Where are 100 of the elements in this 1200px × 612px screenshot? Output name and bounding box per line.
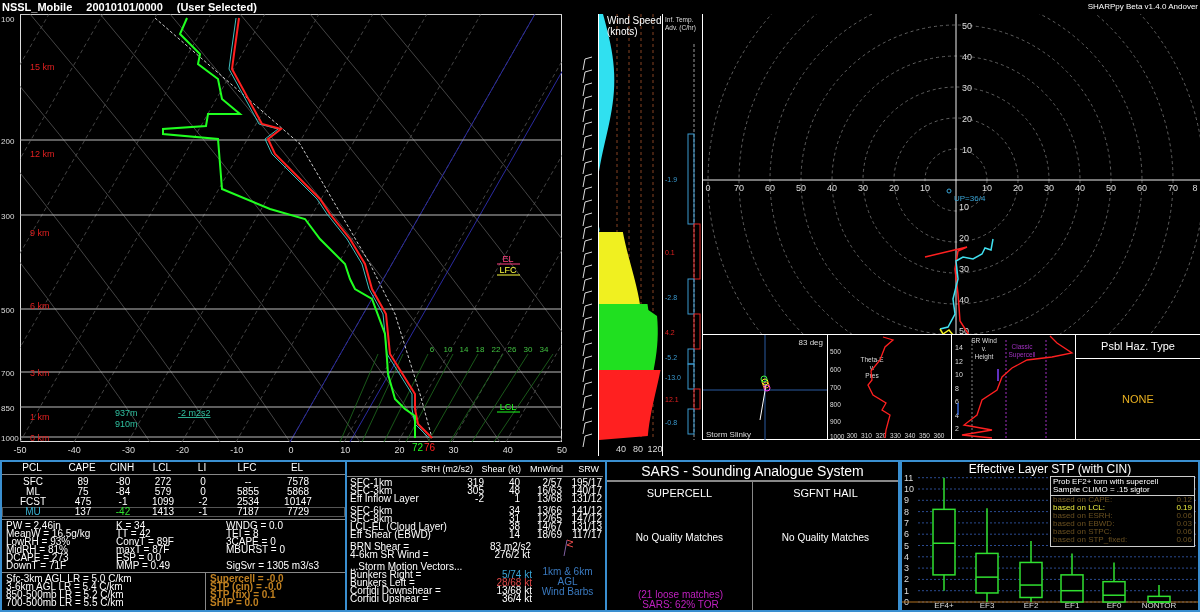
- table-cell: --: [244, 478, 252, 486]
- hodograph-ring-label: 10: [982, 183, 992, 193]
- probability-row-text: based on EBWD: 0.03: [1052, 520, 1193, 528]
- composite-index-value: SHIP = 0.0: [210, 599, 260, 607]
- table-cell-text: 16/63: [535, 487, 562, 495]
- pressure-label: 500: [1, 306, 15, 315]
- composite-index-value: Supercell = -0.0: [210, 575, 284, 583]
- table-cell-text: LCL-EL (Cloud Layer): [350, 523, 448, 531]
- sars-title: SARS - Sounding Analogue System: [607, 462, 898, 482]
- table-cell: 2534: [236, 498, 260, 506]
- hodograph-ring-label: 50: [962, 21, 972, 31]
- hodograph-ring-label: 40: [827, 183, 837, 193]
- table-cell-text: 13/66: [535, 507, 562, 515]
- probability-row-text: based on STP_fixed: 0.06: [1052, 536, 1193, 544]
- storm-motion-label: Bunkers Left =: [350, 579, 415, 587]
- table-cell-text: 117/17: [571, 531, 602, 539]
- table-cell: SFC: [23, 478, 43, 486]
- sars-column-heading: SGFNT HAIL: [793, 486, 858, 501]
- table-cell-text: 12/65: [535, 515, 562, 523]
- hodograph-ring-label: 30: [858, 183, 868, 193]
- stp-tick: 10: [904, 484, 914, 494]
- stp-tick: 9: [904, 495, 909, 506]
- stp-category: EF3: [979, 601, 995, 610]
- wind-speed-bar-surface: [599, 370, 661, 440]
- index-value: WNDG = 0.0: [226, 522, 284, 530]
- index-value: ConvT = 89F: [116, 538, 175, 546]
- slinky-title: Storm Slinky: [706, 430, 751, 439]
- pressure-label: 850: [1, 404, 15, 413]
- shear-value: 276/2 kt: [493, 551, 530, 559]
- stp-tick: 2: [904, 574, 909, 585]
- table-cell-text: 14/67: [535, 523, 562, 531]
- mixing-ratio-label: 22: [491, 345, 501, 354]
- lapse-rate-value: Sfc-3km AGL LR = 5.0 C/km: [6, 575, 133, 583]
- hodograph-ring-label: 20: [959, 233, 969, 243]
- table-cell: 89: [77, 478, 89, 486]
- table-cell-text: SFC-6km: [350, 507, 394, 515]
- shear-label: BRN Shear =: [350, 543, 410, 551]
- wind-barb-icon: [561, 539, 574, 557]
- hodograph-ring-label: 50: [1106, 183, 1116, 193]
- table-cell: -2: [198, 498, 208, 506]
- height-label: 1 km: [30, 412, 50, 422]
- column-header: Shear (kt): [480, 464, 521, 474]
- stp-title: Effective Layer STP (with CIN): [968, 462, 1132, 476]
- wind-barbs-caption: 1km & 6km AGL Wind Barbs: [540, 567, 595, 597]
- column-header: LCL: [152, 464, 172, 472]
- table-cell: 7187: [236, 508, 260, 516]
- probability-row-text: based on LCL: 0.19: [1052, 504, 1193, 512]
- wind-speed-bar-low: [599, 304, 658, 370]
- parcel-row[interactable]: SFC 89 -80 272 0 -- 7578: [2, 477, 345, 487]
- parcel-row[interactable]: MU 137 -42 1413 -1 7187 7729: [2, 507, 345, 517]
- index-value: SigSvr = 1305 m3/s3: [226, 562, 321, 570]
- table-cell-text: Eff Shear (EBWD): [350, 531, 431, 539]
- sars-result: No Quality Matches: [635, 530, 724, 545]
- stp-tick: 3: [904, 563, 909, 574]
- table-cell-text: 131/13: [570, 523, 602, 531]
- composite-index-value: STP (fix) = 0.1: [210, 591, 276, 599]
- parcel-row[interactable]: ML 75 -84 579 0 5855 5868: [2, 487, 345, 497]
- table-cell-text: 14: [507, 531, 520, 539]
- hodograph-ring-label: 60: [765, 183, 775, 193]
- table-cell: FCST: [19, 498, 47, 506]
- selection-note: (User Selected): [176, 0, 257, 15]
- stp-box: [1147, 584, 1171, 603]
- storm-motion-label: Bunkers Right =: [350, 571, 422, 579]
- table-cell: -84: [115, 488, 131, 496]
- index-value: ESP = 0.0: [116, 554, 162, 562]
- storm-motion-value: 5/74 kt: [501, 571, 532, 579]
- table-cell: 75: [77, 488, 89, 496]
- index-value: LowRH = 93%: [6, 538, 71, 546]
- temperature-label: -10: [230, 445, 244, 455]
- table-cell: ML: [26, 488, 40, 496]
- parcel-level-label: EL: [502, 254, 514, 264]
- sars-column-heading: SUPERCELL: [646, 486, 713, 501]
- temperature-label: 20: [394, 445, 405, 455]
- wind-speed-bar-mid: [599, 232, 640, 304]
- hodograph-ring-label: 30: [959, 264, 969, 274]
- column-header: EL: [290, 464, 304, 472]
- parcel-row[interactable]: FCST 475 -1 1099 -2 2534 10147: [2, 497, 345, 507]
- stp-box: [1102, 561, 1126, 603]
- stp-box: [1060, 552, 1084, 603]
- pressure-label: 1000: [1, 434, 19, 443]
- table-cell-text: 13/68: [535, 495, 562, 503]
- hodograph-ring-label: 40: [959, 295, 969, 305]
- table-cell-text: 18/69: [535, 531, 562, 539]
- table-cell-text: 38: [507, 523, 520, 531]
- table-cell: -42: [115, 508, 131, 516]
- hazard-title: Psbl Haz. Type: [1076, 335, 1200, 359]
- mixing-ratio-label: 14: [459, 345, 469, 354]
- temperature-label: 50: [557, 445, 567, 455]
- stp-tick: 11: [904, 472, 914, 483]
- column-header: SRH (m2/s2): [420, 464, 473, 474]
- stp-tick: 8: [904, 506, 909, 517]
- temperature-label: -50: [13, 445, 27, 455]
- table-cell-text: 305: [466, 487, 484, 495]
- storm-motion-label: Corfidi Upshear =: [350, 595, 429, 603]
- index-value: maxT = 87F: [116, 546, 170, 554]
- table-cell: 272: [154, 478, 172, 486]
- stp-category: EF0: [1106, 601, 1122, 610]
- temperature-label: 10: [340, 445, 351, 455]
- column-header: MnWind: [529, 464, 563, 474]
- sounding-date: 20010101/0000: [86, 0, 163, 15]
